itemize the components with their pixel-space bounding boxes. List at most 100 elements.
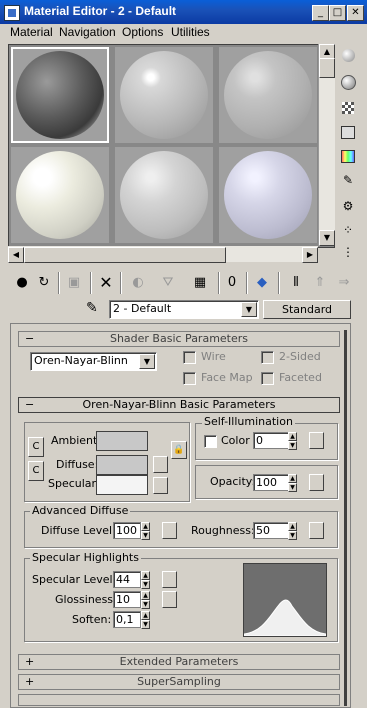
roughness-spinner[interactable]: ▲ ▼ <box>288 522 297 540</box>
scroll-left-icon[interactable]: ◀ <box>8 247 24 263</box>
menu-navigation[interactable]: Navigation <box>59 25 116 39</box>
rollout-scrollbar[interactable] <box>344 330 347 706</box>
shader-rollout-header[interactable]: − Shader Basic Parameters <box>18 331 340 347</box>
diffuse-map-button[interactable] <box>153 456 168 473</box>
scroll-thumb[interactable] <box>319 58 335 78</box>
soften-spinner[interactable]: ▲ ▼ <box>141 611 150 629</box>
self-illum-value-input[interactable]: 0 <box>253 432 289 449</box>
menu-bar: Material Navigation Options Utilities <box>0 24 367 42</box>
pick-material-icon[interactable]: ✎ <box>86 300 98 316</box>
self-illum-spinner[interactable]: ▲ ▼ <box>288 432 297 450</box>
menu-material[interactable]: Material <box>10 25 53 39</box>
sample-slot-1[interactable] <box>11 47 109 143</box>
sample-slot-6[interactable] <box>219 147 317 243</box>
options-icon[interactable]: ⚙ <box>337 196 359 216</box>
lock-icon[interactable]: 🔒 <box>171 441 187 459</box>
lock-diffuse-specular-icon[interactable]: C <box>28 461 44 481</box>
glossiness-map-button[interactable] <box>162 591 177 608</box>
sample-slot-4[interactable] <box>11 147 109 243</box>
select-by-material-icon[interactable]: ⁘ <box>337 220 359 240</box>
extended-parameters-rollout[interactable]: + Extended Parameters <box>18 654 340 670</box>
faceted-checkbox[interactable] <box>261 372 274 385</box>
opacity-input[interactable]: 100 <box>253 474 289 491</box>
specular-color-swatch[interactable] <box>96 475 148 495</box>
glossiness-input[interactable]: 10 <box>113 591 141 608</box>
material-sphere <box>120 151 208 239</box>
video-color-check-icon[interactable] <box>337 146 359 166</box>
roughness-map-button[interactable] <box>309 522 324 539</box>
menu-options[interactable]: Options <box>122 25 163 39</box>
diffuse-level-map-button[interactable] <box>162 522 177 539</box>
material-name-combo[interactable]: 2 - Default ▼ <box>109 300 259 319</box>
soften-input[interactable]: 0,1 <box>113 611 141 628</box>
opacity-spinner[interactable]: ▲ ▼ <box>288 474 297 492</box>
material-type-button[interactable]: Standard <box>263 300 351 319</box>
window-title: Material Editor - 2 - Default <box>24 4 177 18</box>
reset-map-icon[interactable]: ✕ <box>96 272 116 294</box>
material-map-navigator-icon[interactable]: ⋮ <box>337 242 359 262</box>
specular-map-button[interactable] <box>153 477 168 494</box>
material-sphere <box>16 51 104 139</box>
go-to-parent-icon[interactable]: ⇑ <box>310 272 330 294</box>
sample-type-icon[interactable] <box>337 46 359 66</box>
put-to-scene-icon[interactable]: ↻ <box>34 272 54 294</box>
menu-utilities[interactable]: Utilities <box>171 25 210 39</box>
glossiness-spinner[interactable]: ▲ ▼ <box>141 591 150 609</box>
scroll-right-icon[interactable]: ▶ <box>302 247 318 263</box>
self-illum-map-button[interactable] <box>309 432 324 449</box>
make-unique-icon[interactable]: ⛛ <box>158 272 178 294</box>
background-icon[interactable] <box>337 98 359 118</box>
material-effects-channel-icon[interactable]: 0 <box>222 272 242 294</box>
basic-rollout-header[interactable]: − Oren-Nayar-Blinn Basic Parameters <box>18 397 340 413</box>
diffuse-color-swatch[interactable] <box>96 455 148 475</box>
shader-type-dropdown[interactable]: Oren-Nayar-Blinn ▼ <box>30 352 157 371</box>
diffuse-level-input[interactable]: 100 <box>113 522 141 539</box>
specular-level-map-button[interactable] <box>162 571 177 588</box>
supersampling-rollout[interactable]: + SuperSampling <box>18 674 340 690</box>
title-bar[interactable]: Material Editor - 2 - Default _ □ ✕ <box>0 0 367 24</box>
show-map-in-viewport-icon[interactable]: ◆ <box>252 272 272 294</box>
close-button[interactable]: ✕ <box>347 5 364 21</box>
supersampling-title: SuperSampling <box>137 675 221 688</box>
scroll-thumb[interactable] <box>24 247 226 263</box>
make-preview-icon[interactable]: ✎ <box>337 170 359 190</box>
specular-level-input[interactable]: 44 <box>113 571 141 588</box>
sample-slot-5[interactable] <box>115 147 213 243</box>
sample-slot-3[interactable] <box>219 47 317 143</box>
diffuse-level-spinner[interactable]: ▲ ▼ <box>141 522 150 540</box>
assign-material-icon[interactable]: ▣ <box>64 272 84 294</box>
specular-level-label: Specular Level: <box>32 573 117 586</box>
opacity-map-button[interactable] <box>309 474 324 491</box>
specular-highlights-label: Specular Highlights <box>30 551 141 564</box>
ambient-color-swatch[interactable] <box>96 431 148 451</box>
shader-type-value: Oren-Nayar-Blinn <box>34 354 128 367</box>
get-material-icon[interactable]: ● <box>12 272 32 294</box>
roughness-input[interactable]: 50 <box>253 522 289 539</box>
put-to-library-icon[interactable]: ▦ <box>190 272 210 294</box>
sample-uv-tiling-icon[interactable] <box>337 122 359 142</box>
show-end-result-icon[interactable]: ⫴ <box>286 272 306 294</box>
lock-ambient-diffuse-icon[interactable]: C <box>28 437 44 457</box>
wire-checkbox[interactable] <box>183 351 196 364</box>
app-icon[interactable] <box>4 5 20 21</box>
two-sided-checkbox[interactable] <box>261 351 274 364</box>
self-illum-color-checkbox[interactable] <box>204 435 217 448</box>
make-copy-icon[interactable]: ◐ <box>128 272 148 294</box>
go-forward-to-sibling-icon[interactable]: ⇒ <box>334 272 354 294</box>
highlight-curve-graph <box>243 563 327 637</box>
backlight-icon[interactable] <box>337 72 359 92</box>
faceted-label: Faceted <box>279 371 322 384</box>
slots-vertical-scrollbar[interactable]: ▲ ▼ <box>318 44 335 246</box>
sample-slot-2[interactable] <box>115 47 213 143</box>
specular-level-spinner[interactable]: ▲ ▼ <box>141 571 150 589</box>
slots-horizontal-scrollbar[interactable]: ◀ ▶ <box>8 246 318 263</box>
extended-parameters-title: Extended Parameters <box>119 655 239 668</box>
face-map-checkbox[interactable] <box>183 372 196 385</box>
dropdown-arrow-icon[interactable]: ▼ <box>139 354 155 369</box>
dropdown-arrow-icon[interactable]: ▼ <box>241 302 257 317</box>
maps-rollout[interactable] <box>18 694 340 706</box>
self-illumination-label: Self-Illumination <box>202 415 295 428</box>
maximize-button[interactable]: □ <box>329 5 346 21</box>
minimize-button[interactable]: _ <box>312 5 329 21</box>
scroll-down-icon[interactable]: ▼ <box>319 230 335 246</box>
